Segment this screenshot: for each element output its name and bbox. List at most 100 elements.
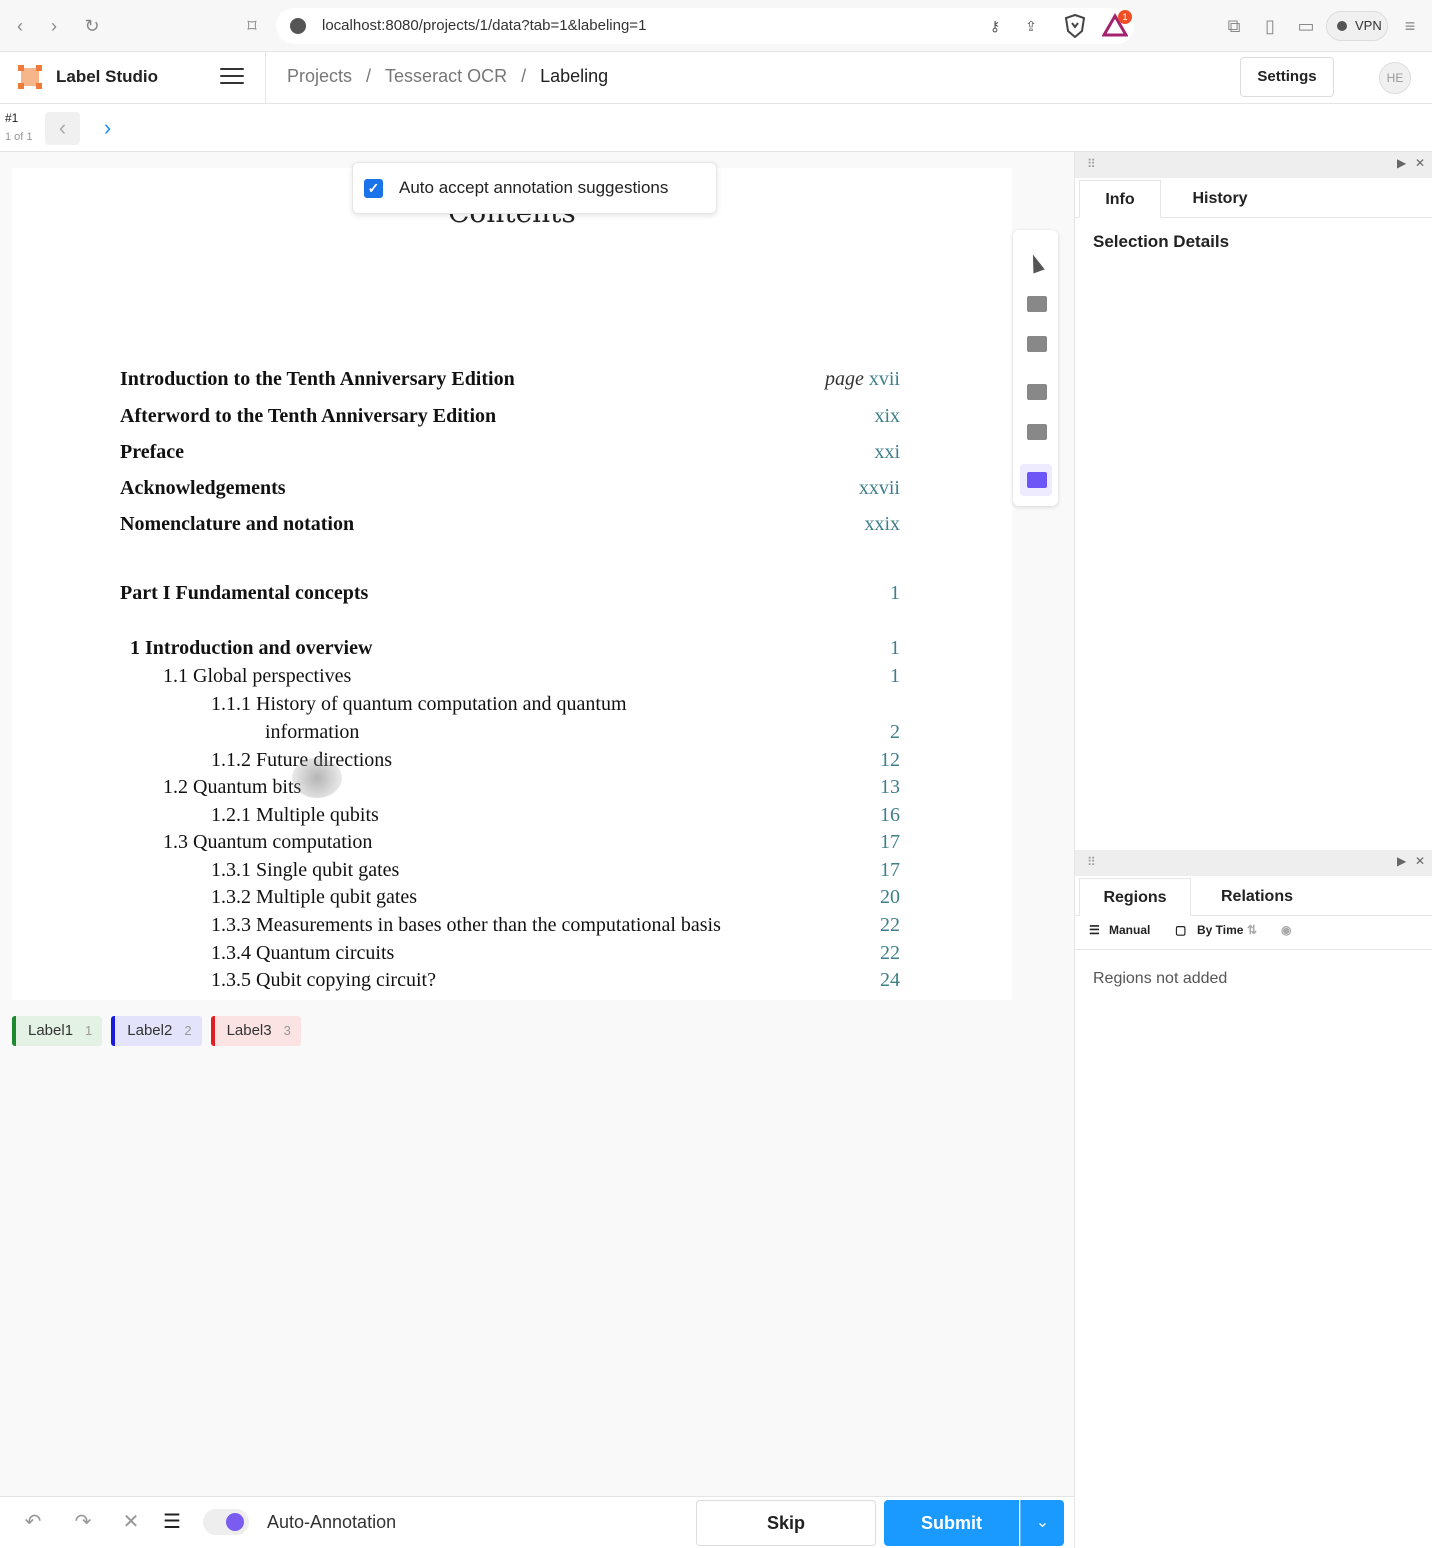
toc-page: 22: [880, 914, 900, 936]
menu-icon[interactable]: ≡: [1398, 14, 1422, 38]
info-tabs: Info History: [1075, 180, 1432, 218]
sort-by-time-label[interactable]: By Time: [1197, 923, 1243, 937]
reload-icon[interactable]: ↻: [80, 14, 104, 38]
collapse-icon[interactable]: ▶: [1397, 854, 1406, 868]
toc-page: 12: [880, 749, 900, 771]
settings-sliders-icon[interactable]: ☰: [161, 1511, 183, 1533]
notification-badge: 1: [1118, 10, 1132, 24]
site-info-icon[interactable]: [290, 18, 306, 34]
toc-entry: 1.1 Global perspectives: [163, 665, 352, 687]
undo-icon[interactable]: ↶: [22, 1511, 44, 1533]
vpn-button[interactable]: VPN: [1326, 11, 1388, 41]
close-panel-icon[interactable]: ✕: [1415, 854, 1425, 868]
label-name: Label3: [226, 1022, 272, 1039]
toc-entry: Afterword to the Tenth Anniversary Editi…: [120, 405, 497, 427]
page-word: page: [824, 368, 864, 390]
toc-entry: 1.1.1 History of quantum computation and…: [211, 693, 627, 715]
hamburger-menu-icon[interactable]: [220, 68, 244, 88]
toc-page: 16: [880, 804, 900, 826]
redo-icon[interactable]: ↷: [72, 1511, 94, 1533]
extensions-icon[interactable]: ⧉: [1222, 14, 1246, 38]
regions-sort-bar: ☰ Manual ▢ By Time ⇅ ◉: [1075, 910, 1432, 950]
sort-manual-icon[interactable]: ☰: [1089, 923, 1100, 937]
skip-button[interactable]: Skip: [696, 1500, 876, 1546]
auto-annotation-toggle[interactable]: [203, 1509, 249, 1535]
visibility-icon[interactable]: ◉: [1281, 923, 1291, 937]
rectangle-tool-icon[interactable]: [1020, 376, 1052, 408]
label-chip-label2[interactable]: Label2 2: [111, 1016, 202, 1046]
breadcrumb-separator: /: [366, 66, 372, 86]
forward-icon[interactable]: ›: [42, 14, 66, 38]
toc-entry: 1.3 Quantum computation: [163, 831, 373, 853]
key-icon[interactable]: ⚷: [986, 17, 1004, 35]
app-header: Label Studio Projects / Tesseract OCR / …: [0, 52, 1432, 104]
toc-page: 17: [880, 859, 900, 881]
bottom-toolbar: ↶ ↷ ✕ ☰ Auto-Annotation Skip Submit ⌄: [0, 1496, 1074, 1548]
collapse-icon[interactable]: ▶: [1397, 156, 1406, 170]
panel-header-regions: ⠿ ▶ ✕: [1075, 850, 1432, 876]
label-hotkey: 2: [184, 1023, 192, 1038]
auto-accept-label[interactable]: Auto accept annotation suggestions: [399, 178, 668, 198]
app-name: Label Studio: [56, 67, 158, 86]
toc-entry: 1.3.1 Single qubit gates: [211, 859, 400, 881]
labeling-area: Contents Introduction to the Tenth Anniv…: [0, 152, 1074, 1496]
tab-history[interactable]: History: [1175, 180, 1265, 218]
auto-detect-tool-icon[interactable]: [1020, 464, 1052, 496]
toc-page: xxix: [864, 513, 900, 535]
label-hotkey: 1: [85, 1023, 93, 1038]
address-bar[interactable]: localhost:8080/projects/1/data?tab=1&lab…: [276, 8, 1134, 44]
drag-handle-icon[interactable]: ⠿: [1087, 157, 1096, 171]
toc-page: 13: [880, 776, 900, 798]
header-divider: [265, 52, 266, 104]
rewards-icon[interactable]: 1: [1101, 10, 1132, 38]
breadcrumb-projects[interactable]: Projects: [287, 66, 352, 87]
sort-by-time-icon[interactable]: ▢: [1175, 923, 1186, 937]
auto-accept-checkbox[interactable]: ✓: [364, 179, 383, 198]
bookmark-icon[interactable]: ⌑: [240, 14, 264, 38]
wallet-icon[interactable]: ▭: [1294, 14, 1318, 38]
toc-page: 22: [880, 942, 900, 964]
toc-page: page xvii: [780, 368, 900, 391]
close-panel-icon[interactable]: ✕: [1415, 156, 1425, 170]
toc-page: xxvii: [858, 477, 900, 499]
polygon-tool-icon[interactable]: [1020, 416, 1052, 448]
breadcrumb-project[interactable]: Tesseract OCR: [385, 66, 507, 87]
toc-page: 24: [880, 969, 900, 991]
label-chip-label3[interactable]: Label3 3: [210, 1016, 301, 1046]
browser-toolbar: ‹ › ↻ ⌑ localhost:8080/projects/1/data?t…: [0, 0, 1432, 52]
toc-entry: Part I Fundamental concepts: [120, 582, 369, 604]
url-text[interactable]: localhost:8080/projects/1/data?tab=1&lab…: [322, 17, 646, 34]
brave-shield-icon[interactable]: [1064, 14, 1086, 38]
breadcrumb-current: Labeling: [540, 66, 609, 86]
submit-dropdown-icon[interactable]: ⌄: [1020, 1500, 1064, 1546]
document-image[interactable]: Contents Introduction to the Tenth Anniv…: [12, 168, 1012, 1000]
select-tool-icon[interactable]: [1020, 248, 1052, 280]
tab-info[interactable]: Info: [1079, 180, 1161, 218]
reset-icon[interactable]: ✕: [120, 1511, 142, 1533]
toc-page: 2: [890, 721, 900, 743]
toc-entry: Acknowledgements: [120, 477, 286, 499]
back-icon[interactable]: ‹: [8, 14, 32, 38]
label-chip-label1[interactable]: Label1 1: [12, 1016, 103, 1046]
auto-annotation-label: Auto-Annotation: [267, 1512, 397, 1532]
rotate-left-icon[interactable]: [1020, 288, 1052, 320]
avatar[interactable]: HE: [1379, 62, 1411, 94]
side-panel: ⠿ ▶ ✕ Info History Selection Details ⠿ ▶…: [1074, 152, 1432, 1548]
prev-task-button[interactable]: ‹: [45, 112, 80, 145]
sort-direction-icon[interactable]: ⇅: [1247, 923, 1257, 937]
settings-button[interactable]: Settings: [1240, 57, 1334, 97]
submit-button[interactable]: Submit: [884, 1500, 1019, 1546]
next-task-button[interactable]: ›: [90, 112, 125, 145]
toc-entry: 1 Introduction and overview: [130, 637, 373, 659]
label-studio-logo[interactable]: [18, 64, 42, 90]
sort-manual-label[interactable]: Manual: [1109, 923, 1150, 937]
toc-page: 17: [880, 831, 900, 853]
drag-handle-icon[interactable]: ⠿: [1087, 855, 1096, 869]
rotate-right-icon[interactable]: [1020, 328, 1052, 360]
label-hotkey: 3: [283, 1023, 291, 1038]
task-navigation: #1 1 of 1 ‹ ›: [0, 104, 1432, 152]
share-icon[interactable]: ⇪: [1022, 17, 1040, 35]
toc-entry: Introduction to the Tenth Anniversary Ed…: [120, 368, 515, 390]
toc-entry: 1.3.2 Multiple qubit gates: [211, 886, 418, 908]
sidebar-icon[interactable]: ▯: [1258, 14, 1282, 38]
